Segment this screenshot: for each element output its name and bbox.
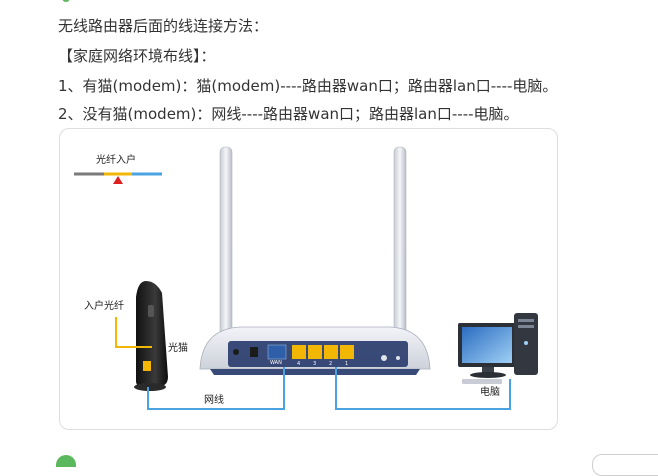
router: WAN 4 3 2 1 xyxy=(199,326,431,375)
lan-port-label: 2 xyxy=(329,361,332,367)
lan-port-icon xyxy=(340,345,354,359)
modem: 光猫 xyxy=(134,281,188,391)
power-port-icon xyxy=(250,347,258,357)
lan-port-label: 4 xyxy=(297,361,300,367)
floating-action-button[interactable] xyxy=(592,454,658,476)
keyboard-icon xyxy=(462,379,502,384)
lan-port-icon xyxy=(308,345,322,359)
wan-port-icon xyxy=(267,344,287,360)
lan-port-label: 1 xyxy=(345,361,348,367)
section-title: 【家庭网络环境布线】： xyxy=(58,47,216,65)
lan-port-icon xyxy=(324,345,338,359)
article-heading: 无线路由器后面的线连接方法： xyxy=(58,17,269,35)
instruction-item-2: 2、没有猫(modem)：网线----路由器wan口；路由器lan口----电脑… xyxy=(58,105,519,123)
cable-label: 网线 xyxy=(204,393,224,406)
wiring-diagram: 光纤入户 光猫 入户光纤 WAN 4 3 2 1 网线 电脑 xyxy=(59,128,558,430)
fiber-entry-arrow-icon xyxy=(113,176,123,184)
power-button-icon xyxy=(233,349,239,355)
top-decoration-icon xyxy=(62,0,70,2)
router-antennas xyxy=(219,146,407,348)
wan-port-label: WAN xyxy=(270,360,282,366)
reset-button-icon xyxy=(381,355,387,361)
lan-port-icon xyxy=(292,345,306,359)
computer-icon: 电脑 xyxy=(458,313,538,398)
bottom-decoration-icon xyxy=(56,455,76,467)
fiber-in-label: 光纤入户 xyxy=(96,153,136,166)
modem-label: 光猫 xyxy=(168,341,188,354)
fiber-legend: 光纤入户 xyxy=(74,153,162,184)
home-fiber-label: 入户光纤 xyxy=(84,299,124,312)
computer-label: 电脑 xyxy=(480,385,500,398)
modem-port-icon xyxy=(143,361,151,371)
instruction-item-1: 1、有猫(modem)：猫(modem)----路由器wan口；路由器lan口-… xyxy=(58,77,558,95)
lan-port-label: 3 xyxy=(313,361,316,367)
